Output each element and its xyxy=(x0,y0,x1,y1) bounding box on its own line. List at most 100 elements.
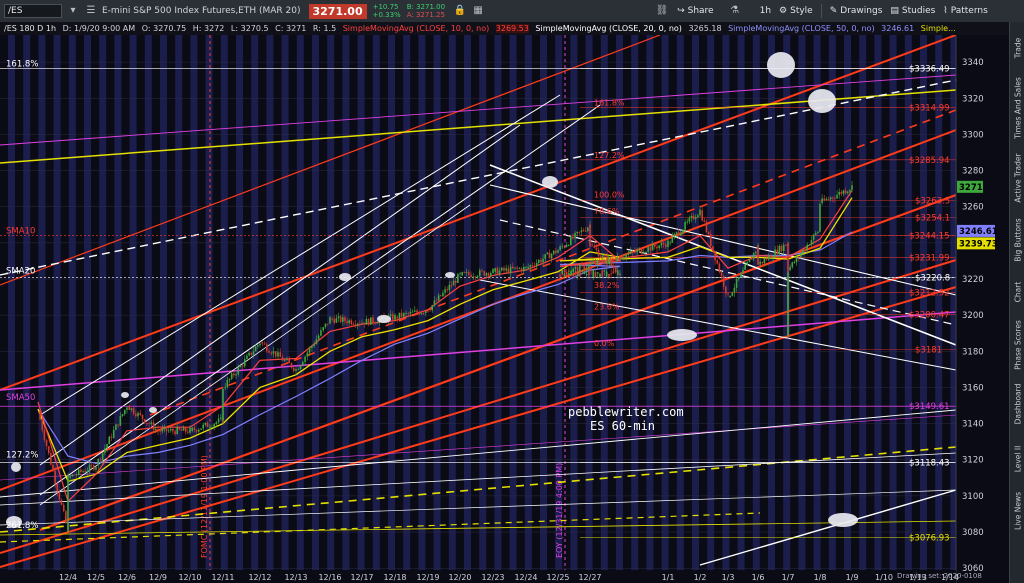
candle-body xyxy=(625,254,627,258)
price-level-label: $3181 xyxy=(915,345,942,355)
date-tick-label: 1/10 xyxy=(875,573,893,582)
candle-body xyxy=(587,227,589,232)
candle-body xyxy=(370,317,372,325)
highlight-ellipse xyxy=(121,392,129,398)
list-icon[interactable]: ☰ xyxy=(84,4,98,18)
candle-body xyxy=(195,429,198,432)
candle-body xyxy=(619,273,621,275)
candle-body xyxy=(108,436,111,445)
candle-body xyxy=(243,359,246,367)
candle-body xyxy=(840,191,843,194)
candle-body xyxy=(396,316,398,319)
chevron-down-icon[interactable]: ▾ xyxy=(66,4,80,18)
candle-body xyxy=(520,268,523,272)
flask-icon[interactable]: ⚗ xyxy=(728,4,742,18)
candle-body xyxy=(411,311,414,313)
session-band xyxy=(99,35,107,570)
info-sma50-value: 3246.61 xyxy=(881,24,915,33)
candle-body xyxy=(433,300,436,306)
fib-label: 127.2% xyxy=(594,151,625,160)
candle-body xyxy=(585,267,588,270)
fib-label: 100.0% xyxy=(594,191,625,200)
candle-body xyxy=(398,312,401,319)
side-tab-big-buttons[interactable]: Big Buttons xyxy=(1010,214,1024,266)
candle-body xyxy=(215,422,218,424)
share-button[interactable]: ↪ Share xyxy=(677,6,714,16)
candle-body xyxy=(782,244,785,252)
info-sma10-value: 3269.53 xyxy=(495,24,529,33)
candle-body xyxy=(640,249,643,254)
candle-body xyxy=(331,318,333,320)
candle-body xyxy=(80,469,82,473)
candle-body xyxy=(187,431,189,433)
info-sma10: SimpleMovingAvg (CLOSE, 10, 0, no) xyxy=(342,24,490,33)
candle-body xyxy=(209,427,211,428)
candle-body xyxy=(315,339,318,345)
side-tab-label: Chart xyxy=(1013,281,1022,303)
candle-body xyxy=(550,253,553,259)
studies-button[interactable]: ▤ Studies xyxy=(890,6,935,16)
side-tab-live-news[interactable]: Live News xyxy=(1010,486,1024,536)
patterns-button[interactable]: ⌇ Patterns xyxy=(943,6,987,16)
link-icon[interactable]: ⛓ xyxy=(655,4,669,18)
candle-body xyxy=(62,504,65,512)
candle-body xyxy=(143,419,146,423)
style-button[interactable]: ⚙ Style xyxy=(779,6,813,16)
candle-body xyxy=(594,272,597,277)
candle-body xyxy=(311,346,313,348)
lock-icon[interactable]: 🔒 xyxy=(453,4,467,18)
side-tab-dashboard[interactable]: Dashboard xyxy=(1010,376,1024,432)
candle-body xyxy=(126,407,128,410)
candle-body xyxy=(503,267,505,271)
timeframe-button[interactable]: 1h xyxy=(760,6,771,16)
symbol-input[interactable]: /ES xyxy=(4,4,62,18)
candle-body xyxy=(308,347,311,353)
side-tab-phase-scores[interactable]: Phase Scores xyxy=(1010,318,1024,372)
side-tab-chart[interactable]: Chart xyxy=(1010,270,1024,314)
candle-body xyxy=(844,190,847,194)
candle-body xyxy=(326,323,329,325)
candle-body xyxy=(763,258,766,264)
session-band xyxy=(448,35,456,570)
candle-body xyxy=(557,250,559,253)
side-tab-level-ii[interactable]: Level II xyxy=(1010,436,1024,482)
candle-body xyxy=(590,270,592,271)
candle-body xyxy=(123,409,126,415)
candle-body xyxy=(712,246,714,252)
candle-body xyxy=(594,262,597,265)
candle-body xyxy=(612,258,614,261)
candle-body xyxy=(849,189,851,192)
candle-body xyxy=(117,424,119,426)
candle-body xyxy=(518,268,521,270)
candle-body xyxy=(579,264,581,272)
candle-body xyxy=(317,335,320,340)
candle-body xyxy=(631,251,634,252)
event-marker-label: EOY (12/31/19 4:00 PM) xyxy=(555,463,564,558)
info-sma20-value: 3265.18 xyxy=(688,24,722,33)
price-chart[interactable]: FOMC (12/11/19 1:00 PM)EOY (12/31/19 4:0… xyxy=(0,35,1009,583)
drawings-button[interactable]: ✎ Drawings xyxy=(830,6,883,16)
candle-body xyxy=(597,249,600,257)
candle-body xyxy=(141,414,144,420)
candle-body xyxy=(727,293,729,295)
side-tab-active-trader[interactable]: Active Trader xyxy=(1010,146,1024,210)
candle-body xyxy=(442,292,444,297)
candle-body xyxy=(581,264,583,266)
price-tick-label: 3280 xyxy=(962,167,984,177)
side-tab-times-and-sales[interactable]: Times And Sales xyxy=(1010,74,1024,142)
candle-body xyxy=(274,351,277,357)
candle-body xyxy=(174,431,176,435)
last-price: 3271.00 xyxy=(308,3,367,19)
price-tick-label: 3080 xyxy=(962,528,984,538)
grid-icon[interactable]: ▦ xyxy=(471,4,485,18)
candle-body xyxy=(540,260,542,263)
candle-body xyxy=(302,362,304,366)
candle-body xyxy=(838,191,840,195)
side-tab-trade[interactable]: Trade xyxy=(1010,30,1024,66)
info-datetime: D: 1/9/20 9:00 AM xyxy=(62,24,136,33)
session-band xyxy=(129,35,137,570)
candle-body xyxy=(582,230,585,232)
price-level-label: $3149.61 xyxy=(909,402,950,412)
highlight-ellipse xyxy=(149,407,157,413)
candle-body xyxy=(605,271,608,277)
